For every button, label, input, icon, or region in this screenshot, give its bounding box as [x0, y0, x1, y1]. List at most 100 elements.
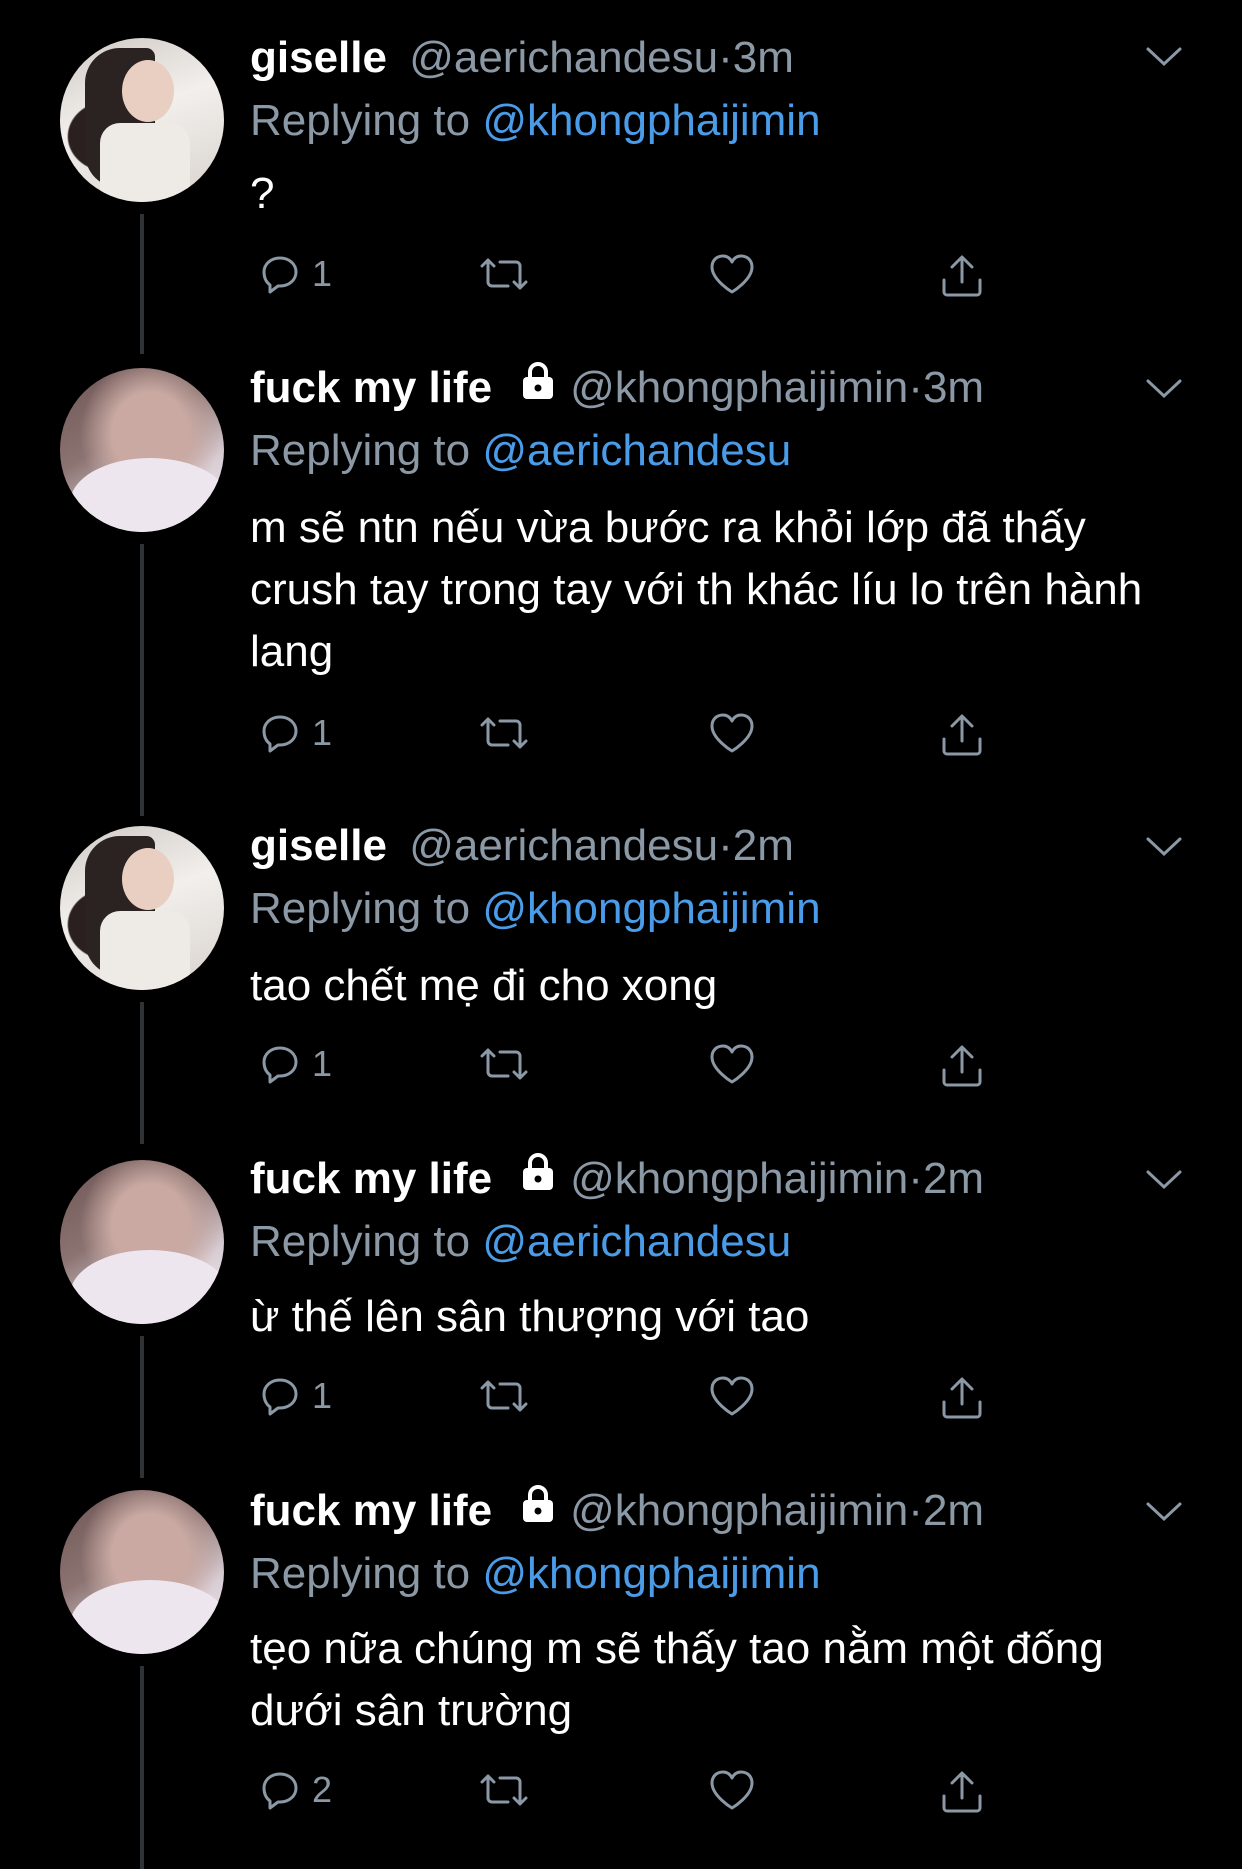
replying-to-label: Replying to [250, 1217, 483, 1266]
separator-dot: · [908, 1154, 923, 1203]
reply-button[interactable]: 1 [258, 252, 332, 296]
action-bar: 1 [250, 252, 1010, 302]
retweet-button[interactable] [478, 1768, 530, 1812]
user-handle[interactable]: @khongphaijimin [570, 1154, 908, 1203]
display-name[interactable]: giselle [250, 821, 387, 870]
mention-link[interactable]: @khongphaijimin [482, 96, 820, 145]
like-button[interactable] [708, 252, 756, 296]
replying-to-label: Replying to [250, 426, 483, 475]
share-button[interactable] [938, 1374, 986, 1422]
share-button[interactable] [938, 252, 986, 300]
reply-icon [262, 1046, 298, 1084]
avatar[interactable] [60, 368, 224, 532]
display-name[interactable]: fuck my life [250, 1486, 492, 1535]
heart-icon [710, 1770, 754, 1810]
timestamp[interactable]: 2m [733, 821, 794, 870]
reply-icon [262, 1772, 298, 1810]
replying-to: Replying to @aerichandesu [250, 1217, 791, 1267]
share-icon [942, 1771, 982, 1813]
timestamp[interactable]: 2m [923, 1486, 984, 1535]
heart-icon [710, 713, 754, 753]
like-button[interactable] [708, 711, 756, 755]
like-button[interactable] [708, 1042, 756, 1086]
replying-to: Replying to @aerichandesu [250, 426, 791, 476]
reply-button[interactable]: 1 [258, 1374, 332, 1418]
thread-line [140, 544, 144, 816]
tweet-header: fuck my life @khongphaijimin·2m [250, 1152, 984, 1207]
reply-button[interactable]: 2 [258, 1768, 332, 1812]
user-handle[interactable]: @khongphaijimin [570, 1486, 908, 1535]
avatar[interactable] [60, 1160, 224, 1324]
chevron-down-icon[interactable] [1145, 1500, 1183, 1529]
display-name[interactable]: fuck my life [250, 1154, 492, 1203]
replying-to: Replying to @khongphaijimin [250, 96, 821, 146]
separator-dot: · [718, 33, 733, 82]
share-button[interactable] [938, 1042, 986, 1090]
reply-icon [262, 715, 298, 753]
mention-link[interactable]: @aerichandesu [482, 426, 791, 475]
timestamp[interactable]: 2m [923, 1154, 984, 1203]
lock-icon [520, 1152, 556, 1203]
user-handle[interactable]: @aerichandesu [409, 821, 718, 870]
reply-button[interactable]: 1 [258, 1042, 332, 1086]
tweet-text: ừ thế lên sân thượng với tao [250, 1292, 810, 1341]
retweet-icon [480, 1380, 528, 1412]
tweet-text: tao chết mẹ đi cho xong [250, 961, 718, 1010]
display-name[interactable]: fuck my life [250, 363, 492, 412]
thread-line [140, 1002, 144, 1144]
retweet-icon [480, 258, 528, 290]
heart-icon [710, 1376, 754, 1416]
mention-link[interactable]: @khongphaijimin [482, 884, 820, 933]
replying-to-label: Replying to [250, 96, 483, 145]
share-button[interactable] [938, 1768, 986, 1816]
lock-icon [520, 361, 556, 412]
heart-icon [710, 254, 754, 294]
replying-to: Replying to @khongphaijimin [250, 1549, 821, 1599]
action-bar: 1 [250, 1042, 1010, 1092]
action-bar: 1 [250, 1374, 1010, 1424]
mention-link[interactable]: @aerichandesu [482, 1217, 791, 1266]
timestamp[interactable]: 3m [923, 363, 984, 412]
reply-count: 1 [312, 253, 333, 294]
tweet-text: tẹo nữa chúng m sẽ thấy tao nằm một đống… [250, 1624, 1104, 1735]
retweet-button[interactable] [478, 1042, 530, 1086]
like-button[interactable] [708, 1768, 756, 1812]
tweet-header: giselle @aerichandesu·3m [250, 33, 794, 83]
mention-link[interactable]: @khongphaijimin [482, 1549, 820, 1598]
share-button[interactable] [938, 711, 986, 759]
action-bar: 2 [250, 1768, 1010, 1818]
display-name[interactable]: giselle [250, 33, 387, 82]
thread-line [140, 1666, 144, 1869]
user-handle[interactable]: @khongphaijimin [570, 363, 908, 412]
chevron-down-icon[interactable] [1145, 377, 1183, 406]
thread-line [140, 214, 144, 354]
tweet-header: fuck my life @khongphaijimin·3m [250, 361, 984, 416]
separator-dot: · [718, 821, 733, 870]
lock-icon [520, 1484, 556, 1535]
separator-dot: · [908, 1486, 923, 1535]
retweet-button[interactable] [478, 711, 530, 755]
reply-icon [262, 1378, 298, 1416]
avatar[interactable] [60, 826, 224, 990]
reply-button[interactable]: 1 [258, 711, 332, 755]
replying-to-label: Replying to [250, 1549, 483, 1598]
chevron-down-icon[interactable] [1145, 45, 1183, 74]
tweet-text: ? [250, 169, 275, 218]
avatar[interactable] [60, 1490, 224, 1654]
tweet-text: m sẽ ntn nếu vừa bước ra khỏi lớp đã thấ… [250, 503, 1143, 676]
retweet-icon [480, 717, 528, 749]
thread-line [140, 1336, 144, 1478]
like-button[interactable] [708, 1374, 756, 1418]
tweet-header: fuck my life @khongphaijimin·2m [250, 1484, 984, 1539]
chevron-down-icon[interactable] [1145, 1168, 1183, 1197]
retweet-button[interactable] [478, 252, 530, 296]
retweet-button[interactable] [478, 1374, 530, 1418]
user-handle[interactable]: @aerichandesu [409, 33, 718, 82]
share-icon [942, 1377, 982, 1419]
avatar[interactable] [60, 38, 224, 202]
chevron-down-icon[interactable] [1145, 835, 1183, 864]
reply-count: 1 [312, 1043, 333, 1084]
timestamp[interactable]: 3m [733, 33, 794, 82]
share-icon [942, 714, 982, 756]
reply-count: 1 [312, 1375, 333, 1416]
